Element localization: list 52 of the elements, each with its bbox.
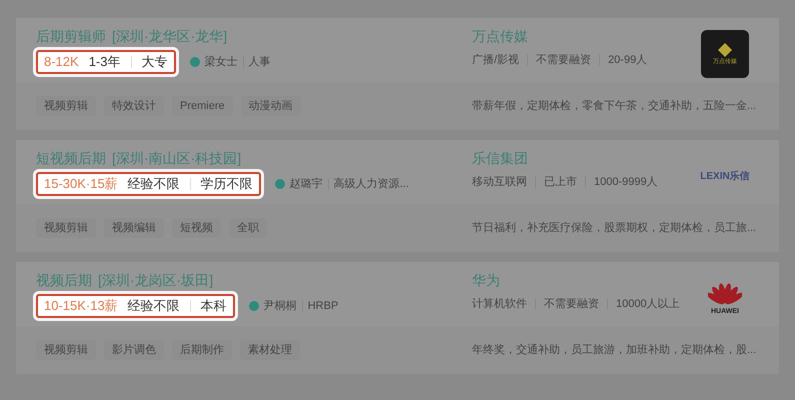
company-industry: 计算机软件: [472, 297, 527, 312]
education: 大专: [142, 53, 168, 72]
recruiter-role: 人事: [248, 54, 270, 70]
company-funding: 不需要融资: [544, 297, 599, 312]
skill-tag: 全职: [229, 218, 267, 238]
salary: 10-15K·13薪: [44, 297, 118, 316]
skill-tag: 视频剪辑: [36, 340, 96, 360]
job-title[interactable]: 短视频后期: [36, 148, 106, 168]
skill-tag: 素材处理: [240, 340, 300, 360]
diamond-icon: [718, 43, 732, 57]
job-card[interactable]: 短视频后期 [深圳·南山区·科技园] 15-30K·15薪 经验不限 学历不限 赵璐宇 高级人力资源... 乐信集团 移动互联网 已上市 1000-9999人 LEXIN乐信 视频剪辑 视频编辑 短视频 全职 节日福利，补充医疗保险，股票期权，定期体检，员工旅...: [16, 140, 779, 252]
company-name[interactable]: 乐信集团: [472, 148, 658, 168]
company-name[interactable]: 华为: [472, 270, 680, 290]
recruiter-role: 高级人力资源...: [334, 176, 409, 192]
skill-tag: Premiere: [172, 96, 233, 116]
company-size: 10000人以上: [616, 297, 680, 312]
skill-tag: 视频剪辑: [36, 96, 96, 116]
salary: 15-30K·15薪: [44, 175, 118, 194]
experience: 经验不限: [128, 297, 180, 316]
company-industry: 移动互联网: [472, 175, 527, 190]
job-location: [深圳·龙岗区·坂田]: [98, 271, 214, 290]
recruiter-name: 梁女士: [204, 54, 238, 70]
skill-tag: 后期制作: [172, 340, 232, 360]
recruiter-name: 尹桐桐: [264, 298, 297, 314]
job-title[interactable]: 后期剪辑师: [36, 26, 106, 46]
company-industry: 广播/影视: [472, 52, 520, 68]
skill-tag: 动漫动画: [240, 96, 301, 116]
company-name[interactable]: 万点传媒: [472, 26, 648, 46]
benefits-text: 年终奖，交通补助，员工旅游，加班补助，定期体检，股...: [471, 342, 756, 358]
recruiter-name: 赵璐宇: [290, 176, 323, 192]
skill-tag: 影片调色: [104, 340, 164, 360]
job-title[interactable]: 视频后期: [36, 270, 92, 290]
experience: 经验不限: [128, 175, 180, 194]
company-size: 20-99人: [608, 53, 648, 68]
education: 本科: [200, 297, 227, 316]
company-size: 1000-9999人: [594, 175, 658, 190]
skill-tag: 视频剪辑: [36, 218, 96, 238]
experience: 1-3年: [88, 53, 120, 72]
skill-tag: 视频编辑: [104, 218, 164, 238]
recruiter-role: HRBP: [308, 298, 338, 314]
petals-icon: [708, 282, 742, 306]
skill-tag: 短视频: [172, 218, 221, 238]
job-location: [深圳·龙华区·龙华]: [112, 27, 228, 46]
benefits-text: 带薪年假，定期体检，零食下午茶，交通补助，五险一金...: [471, 98, 756, 114]
skill-tag: 特效设计: [104, 96, 164, 116]
company-funding: 不需要融资: [536, 53, 592, 68]
salary: 8-12K: [44, 53, 79, 72]
education: 学历不限: [200, 175, 253, 194]
company-logo: LEXIN乐信: [700, 170, 750, 184]
company-funding: 已上市: [544, 174, 577, 190]
job-location: [深圳·南山区·科技园]: [112, 149, 242, 168]
benefits-text: 节日福利，补充医疗保险，股票期权，定期体检，员工旅...: [471, 220, 756, 236]
